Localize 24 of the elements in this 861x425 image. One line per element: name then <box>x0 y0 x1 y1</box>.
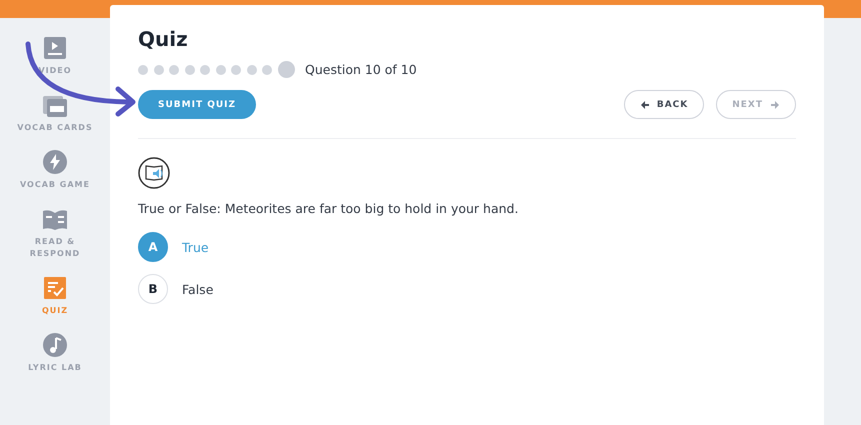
video-icon <box>44 37 66 59</box>
cards-icon <box>43 96 67 117</box>
music-note-icon <box>43 333 67 357</box>
sidebar-item[interactable]: VOCAB CARDS <box>5 91 105 134</box>
answer-option[interactable]: False <box>182 282 214 296</box>
sidebar-item[interactable]: VOCAB GAME <box>5 148 105 191</box>
option-letter[interactable]: A <box>138 232 168 262</box>
sidebar-item[interactable]: QUIZ <box>5 274 105 317</box>
progress-label: Question 10 of 10 <box>305 62 417 77</box>
read-aloud-icon[interactable] <box>138 157 170 189</box>
sidebar-item[interactable]: LYRIC LAB <box>5 331 105 374</box>
question-text: True or False: Meteorites are far too big to hold in your hand. <box>138 201 520 216</box>
option-letter[interactable]: B <box>138 274 168 304</box>
sidebar-item[interactable]: READ & RESPOND <box>5 205 105 260</box>
answer-option[interactable]: True <box>182 240 209 254</box>
book-icon <box>43 210 67 230</box>
sidebar-item[interactable]: VIDEO <box>5 34 105 77</box>
checklist-icon <box>44 277 66 299</box>
arrow-left-icon <box>640 100 650 110</box>
arrow-right-icon <box>770 100 780 110</box>
back-button[interactable]: BACK <box>624 90 704 119</box>
submit-quiz-button[interactable]: SUBMIT QUIZ <box>138 90 256 119</box>
lightning-icon <box>43 150 67 174</box>
quiz-title: Quiz <box>138 27 189 51</box>
